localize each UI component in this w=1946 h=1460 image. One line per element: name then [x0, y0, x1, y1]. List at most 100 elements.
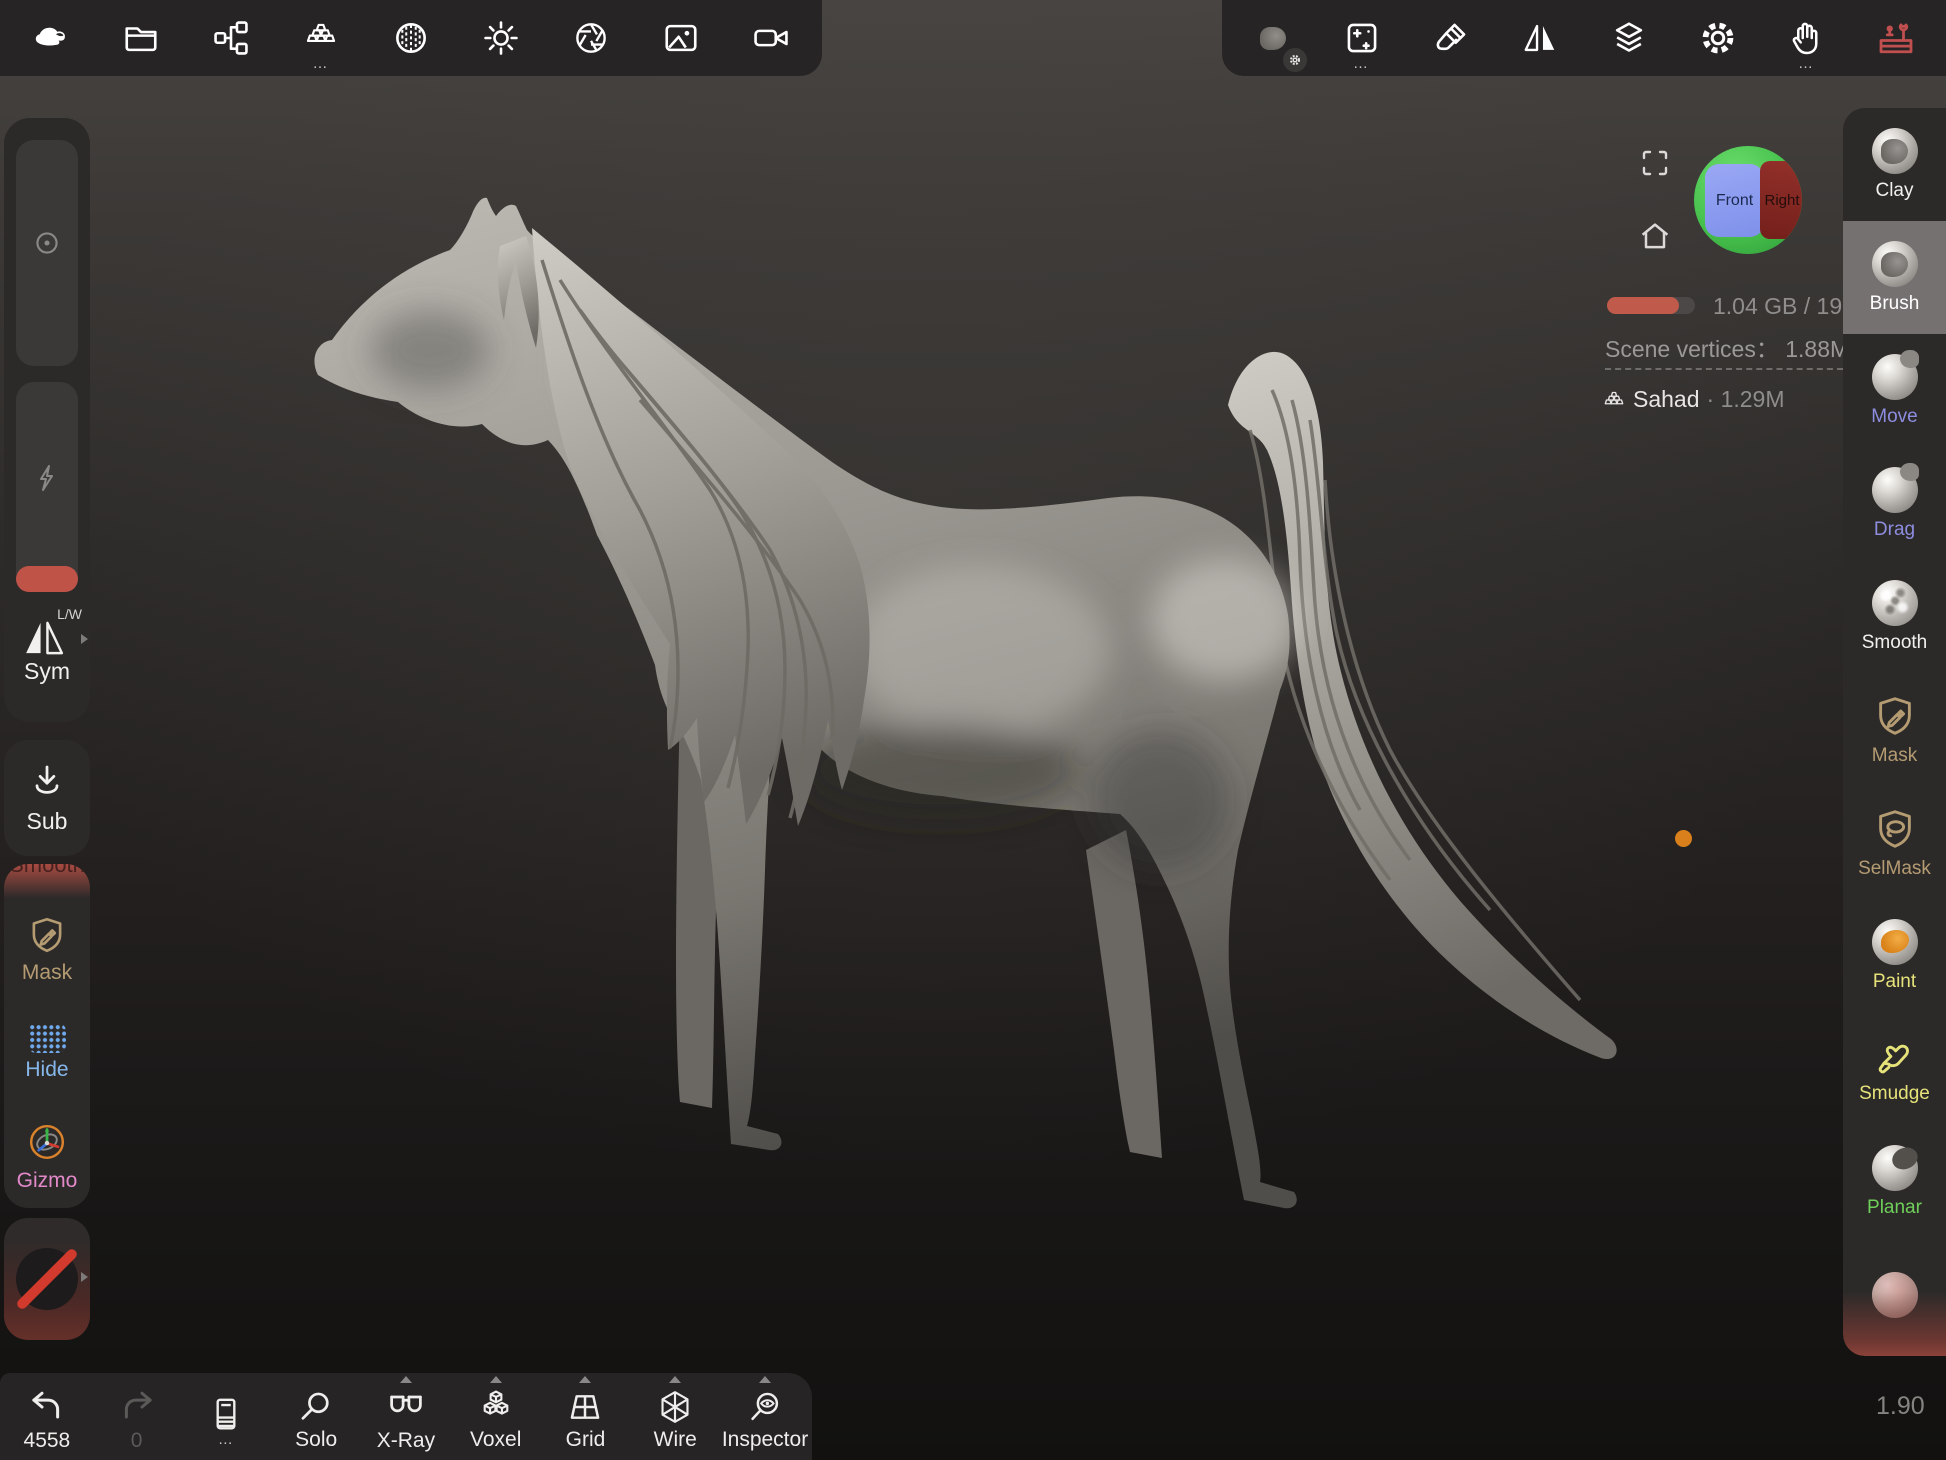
hide-dissolve-icon	[28, 1023, 66, 1053]
tool-sidebar: Clay Brush Move Drag Smooth Mask	[1843, 108, 1946, 1356]
active-object-row[interactable]: Sahad · 1.29M	[1602, 386, 1785, 413]
quick-tools-panel: Smooth Mask Hide Gizmo	[4, 864, 90, 1208]
quick-tool-gizmo[interactable]: Gizmo	[4, 1105, 90, 1208]
background-image-button[interactable]	[653, 10, 709, 66]
xray-button[interactable]: X-Ray	[363, 1373, 449, 1460]
scrolled-tool-highlight[interactable]: Smooth	[4, 864, 90, 898]
sun-icon	[482, 19, 520, 57]
scrolled-tool-label: Smooth	[4, 864, 90, 878]
toolbox-icon	[1876, 18, 1916, 58]
planar-tool-icon	[1872, 1145, 1918, 1191]
multires-button[interactable]: …	[293, 10, 349, 66]
symmetry-expand-caret[interactable]	[81, 634, 88, 644]
active-brush-button[interactable]	[1245, 10, 1301, 66]
history-journal-button[interactable]: …	[183, 1373, 269, 1460]
brush-settings-badge[interactable]	[1283, 48, 1307, 72]
camera-button[interactable]	[743, 10, 799, 66]
stamps-button[interactable]: …	[1334, 10, 1390, 66]
voxel-button[interactable]: Voxel	[453, 1373, 539, 1460]
postprocess-button[interactable]	[563, 10, 619, 66]
toolbar-top-right: … …	[1222, 0, 1946, 76]
wire-label: Wire	[654, 1429, 697, 1451]
tool-brush[interactable]: Brush	[1843, 221, 1946, 334]
tool-label: Move	[1871, 407, 1917, 427]
quick-tool-hide[interactable]: Hide	[4, 1001, 90, 1104]
falloff-disabled-panel[interactable]	[4, 1218, 90, 1340]
tool-selmask[interactable]: SelMask	[1843, 786, 1946, 899]
hand-more-dots: …	[1779, 60, 1835, 68]
tool-smooth[interactable]: Smooth	[1843, 560, 1946, 673]
subdivision-panel[interactable]: Sub	[4, 740, 90, 856]
undo-button[interactable]: 4558	[4, 1373, 90, 1460]
brush-tool-icon	[1872, 241, 1918, 287]
clay-tool-icon	[1872, 128, 1918, 174]
app-logo-button[interactable]	[23, 10, 79, 66]
tool-smudge[interactable]: Smudge	[1843, 1012, 1946, 1125]
files-button[interactable]	[113, 10, 169, 66]
toolbox-button[interactable]	[1868, 10, 1924, 66]
voxel-cubes-icon	[477, 1388, 515, 1426]
radius-slider[interactable]	[16, 140, 78, 366]
symmetry-button[interactable]	[1512, 10, 1568, 66]
mirror-icon	[1521, 19, 1559, 57]
wireframe-icon	[656, 1388, 694, 1426]
stamp-more-dots: …	[1334, 60, 1390, 68]
tool-drag[interactable]: Drag	[1843, 447, 1946, 560]
redo-count: 0	[131, 1430, 143, 1452]
layers-button[interactable]	[1601, 10, 1657, 66]
quick-tool-mask[interactable]: Mask	[4, 898, 90, 1001]
tool-mask[interactable]: Mask	[1843, 673, 1946, 786]
gestures-button[interactable]: …	[1779, 10, 1835, 66]
fullscreen-button[interactable]	[1638, 146, 1672, 180]
falloff-expand-caret[interactable]	[81, 1272, 88, 1282]
wire-caret	[669, 1376, 681, 1383]
tool-paint[interactable]: Paint	[1843, 899, 1946, 1012]
partial-tool-icon	[1872, 1272, 1918, 1318]
grid-button[interactable]: Grid	[542, 1373, 628, 1460]
settings-button[interactable]	[1690, 10, 1746, 66]
object-vertex-count: · 1.29M	[1707, 386, 1785, 413]
aperture-icon	[572, 19, 610, 57]
material-button[interactable]	[383, 10, 439, 66]
tool-clay[interactable]: Clay	[1843, 108, 1946, 221]
grid-icon	[566, 1388, 604, 1426]
home-view-button[interactable]	[1636, 218, 1674, 256]
cube-face-front[interactable]: Front	[1705, 164, 1764, 237]
redo-icon	[117, 1387, 157, 1427]
sub-label: Sub	[27, 808, 68, 835]
memory-usage-fill	[1607, 297, 1679, 314]
node-graph-icon	[212, 19, 250, 57]
tool-label: Mask	[1872, 746, 1917, 766]
paint-tools-button[interactable]	[1423, 10, 1479, 66]
lighting-button[interactable]	[473, 10, 529, 66]
wire-button[interactable]: Wire	[632, 1373, 718, 1460]
quick-tool-label: Mask	[22, 961, 72, 985]
journal-more-dots: …	[218, 1436, 235, 1444]
intensity-slider[interactable]	[16, 382, 78, 592]
slash-icon	[15, 1247, 79, 1311]
undo-icon	[27, 1387, 67, 1427]
intensity-fill[interactable]	[16, 566, 78, 592]
tool-move[interactable]: Move	[1843, 334, 1946, 447]
stroke-settings-panel: L/W Sym	[4, 118, 90, 722]
orientation-cube[interactable]: Front Right	[1694, 146, 1802, 254]
tool-label: SelMask	[1858, 859, 1931, 879]
tool-partial-next[interactable]	[1843, 1238, 1946, 1351]
tool-planar[interactable]: Planar	[1843, 1125, 1946, 1238]
radius-icon	[16, 226, 78, 260]
horse-model[interactable]	[280, 150, 1680, 1250]
object-name: Sahad	[1633, 386, 1700, 413]
inspector-button[interactable]: Inspector	[722, 1373, 808, 1460]
tool-label: Clay	[1875, 181, 1913, 201]
inspector-caret	[759, 1376, 771, 1383]
symmetry-toggle-icon[interactable]	[22, 618, 66, 658]
solo-button[interactable]: Solo	[273, 1373, 359, 1460]
paint-tool-icon	[1872, 919, 1918, 965]
redo-button[interactable]: 0	[94, 1373, 180, 1460]
inspector-label: Inspector	[722, 1429, 808, 1451]
toolbar-top-left: …	[0, 0, 822, 76]
xray-caret	[400, 1376, 412, 1383]
scene-graph-button[interactable]	[203, 10, 259, 66]
cube-face-right[interactable]: Right	[1760, 161, 1802, 239]
grid-caret	[579, 1376, 591, 1383]
